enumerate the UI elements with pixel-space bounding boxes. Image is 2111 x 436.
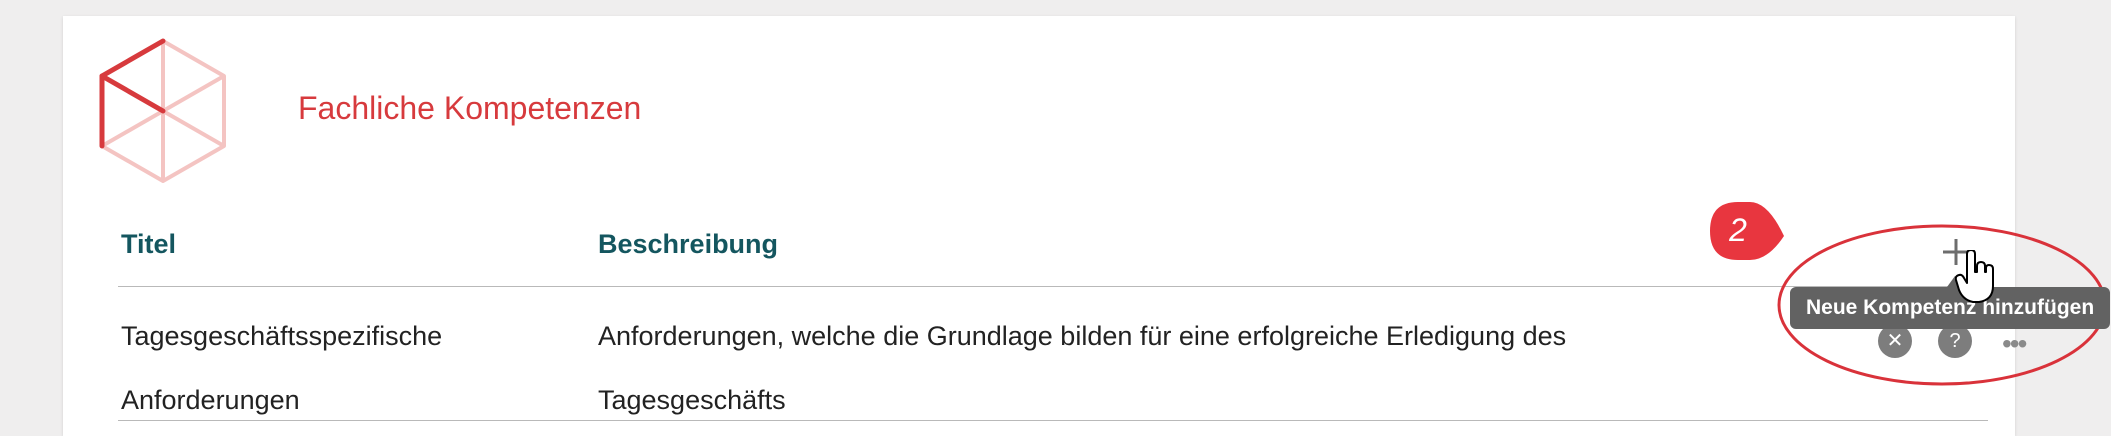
column-header-description[interactable]: Beschreibung [598, 229, 778, 260]
header-divider [118, 286, 1988, 287]
more-dots-icon[interactable]: ••• [2002, 330, 2027, 358]
row-description-line-1: Anforderungen, welche die Grundlage bild… [598, 321, 1567, 351]
close-icon[interactable]: ✕ [1878, 324, 1912, 358]
column-header-title[interactable]: Titel [121, 229, 176, 260]
row-title-cell[interactable]: Tagesgeschäftsspezifische Anforderungen [121, 304, 541, 432]
step-badge: 2 [1710, 202, 1784, 260]
section-title: Fachliche Kompetenzen [298, 90, 642, 126]
cube-logo-icon [99, 38, 226, 183]
add-tooltip: Neue Kompetenz hinzufügen [1790, 287, 2111, 329]
row-description-cell[interactable]: Anforderungen, welche die Grundlage bild… [598, 304, 1798, 432]
row-description-line-2: Tagesgeschäfts [598, 385, 786, 415]
row-title-line-2: Anforderungen [121, 385, 300, 415]
question-icon[interactable]: ? [1938, 324, 1972, 358]
row-title-line-1: Tagesgeschäftsspezifische [121, 321, 443, 351]
step-badge-number: 2 [1728, 212, 1747, 248]
hand-pointer-icon [1955, 250, 1994, 303]
row-actions: ✕ ? ••• [1878, 324, 2028, 364]
